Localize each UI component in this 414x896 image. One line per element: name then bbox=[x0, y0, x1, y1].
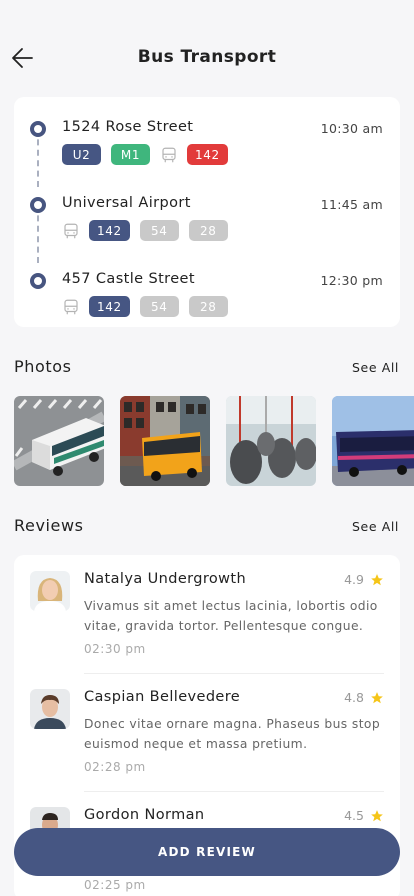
bus-icon bbox=[160, 146, 178, 164]
blue-bus-photo[interactable] bbox=[332, 396, 414, 486]
bus-icon bbox=[62, 222, 80, 240]
bus-interior-seats-photo[interactable] bbox=[226, 396, 316, 486]
route-card: 1524 Rose Street 10:30 am U2 M1 142 Univer… bbox=[14, 97, 400, 327]
line-badge[interactable]: 142 bbox=[89, 220, 130, 241]
photos-strip[interactable] bbox=[14, 396, 414, 486]
review-text: Vivamus sit amet lectus lacinia, loborti… bbox=[84, 599, 378, 633]
line-badge[interactable]: 54 bbox=[139, 296, 179, 317]
rating-value: 4.9 bbox=[344, 572, 364, 587]
stop-lines: 142 54 28 bbox=[62, 296, 238, 317]
line-badge[interactable]: 142 bbox=[89, 296, 130, 317]
bus-icon bbox=[62, 298, 80, 316]
review-text: Donec vitae ornare magna. Phaseus bus st… bbox=[84, 717, 381, 751]
stop-marker-icon bbox=[30, 273, 46, 289]
page-title: Bus Transport bbox=[137, 47, 277, 67]
reviews-see-all-link[interactable]: See All bbox=[352, 519, 399, 534]
route-stop[interactable]: Universal Airport 11:45 am 142 54 28 bbox=[14, 180, 400, 241]
stop-name: 457 Castle Street bbox=[62, 271, 195, 287]
stop-lines: 142 54 28 bbox=[62, 220, 238, 241]
stop-time: 12:30 pm bbox=[320, 273, 383, 288]
reviewer-name: Caspian Bellevedere bbox=[84, 689, 241, 705]
line-badge[interactable]: 142 bbox=[187, 144, 228, 165]
photos-title: Photos bbox=[14, 357, 72, 376]
star-icon bbox=[371, 809, 383, 821]
review-rating: 4.9 bbox=[344, 572, 384, 587]
review-item[interactable]: Natalya Undergrowth 4.9 Vivamus sit amet… bbox=[14, 555, 400, 673]
avatar bbox=[30, 689, 70, 729]
review-time: 02:28 pm bbox=[84, 760, 146, 774]
review-item[interactable]: Caspian Bellevedere 4.8 Donec vitae orna… bbox=[14, 673, 400, 791]
yellow-bus-photo[interactable] bbox=[120, 396, 210, 486]
stop-marker-icon bbox=[30, 121, 46, 137]
stop-marker-icon bbox=[30, 197, 46, 213]
add-review-button[interactable]: ADD REVIEW bbox=[14, 828, 400, 876]
line-badge[interactable]: M1 bbox=[111, 144, 150, 165]
star-icon bbox=[371, 691, 383, 703]
reviewer-name: Gordon Norman bbox=[84, 807, 205, 823]
reviews-title: Reviews bbox=[14, 516, 84, 535]
rating-value: 4.5 bbox=[344, 808, 364, 823]
rating-value: 4.8 bbox=[344, 690, 364, 705]
review-time: 02:25 pm bbox=[84, 878, 146, 892]
stop-lines: U2 M1 142 bbox=[62, 144, 238, 165]
line-badge[interactable]: 54 bbox=[139, 220, 179, 241]
review-rating: 4.8 bbox=[344, 690, 384, 705]
review-time: 02:30 pm bbox=[84, 642, 146, 656]
stop-name: 1524 Rose Street bbox=[62, 119, 194, 135]
stop-time: 10:30 am bbox=[320, 121, 383, 136]
stop-name: Universal Airport bbox=[62, 195, 191, 211]
route-stop[interactable]: 457 Castle Street 12:30 pm 142 54 28 bbox=[14, 256, 400, 317]
star-icon bbox=[371, 573, 383, 585]
line-badge[interactable]: 28 bbox=[188, 220, 228, 241]
reviewer-name: Natalya Undergrowth bbox=[84, 571, 247, 587]
route-stop[interactable]: 1524 Rose Street 10:30 am U2 M1 142 bbox=[14, 104, 400, 165]
avatar bbox=[30, 571, 70, 611]
white-green-bus-photo[interactable] bbox=[14, 396, 104, 486]
header: Bus Transport bbox=[0, 0, 414, 100]
line-badge[interactable]: 28 bbox=[188, 296, 228, 317]
stop-time: 11:45 am bbox=[320, 197, 383, 212]
review-rating: 4.5 bbox=[344, 808, 384, 823]
line-badge[interactable]: U2 bbox=[62, 144, 101, 165]
photos-see-all-link[interactable]: See All bbox=[352, 360, 399, 375]
